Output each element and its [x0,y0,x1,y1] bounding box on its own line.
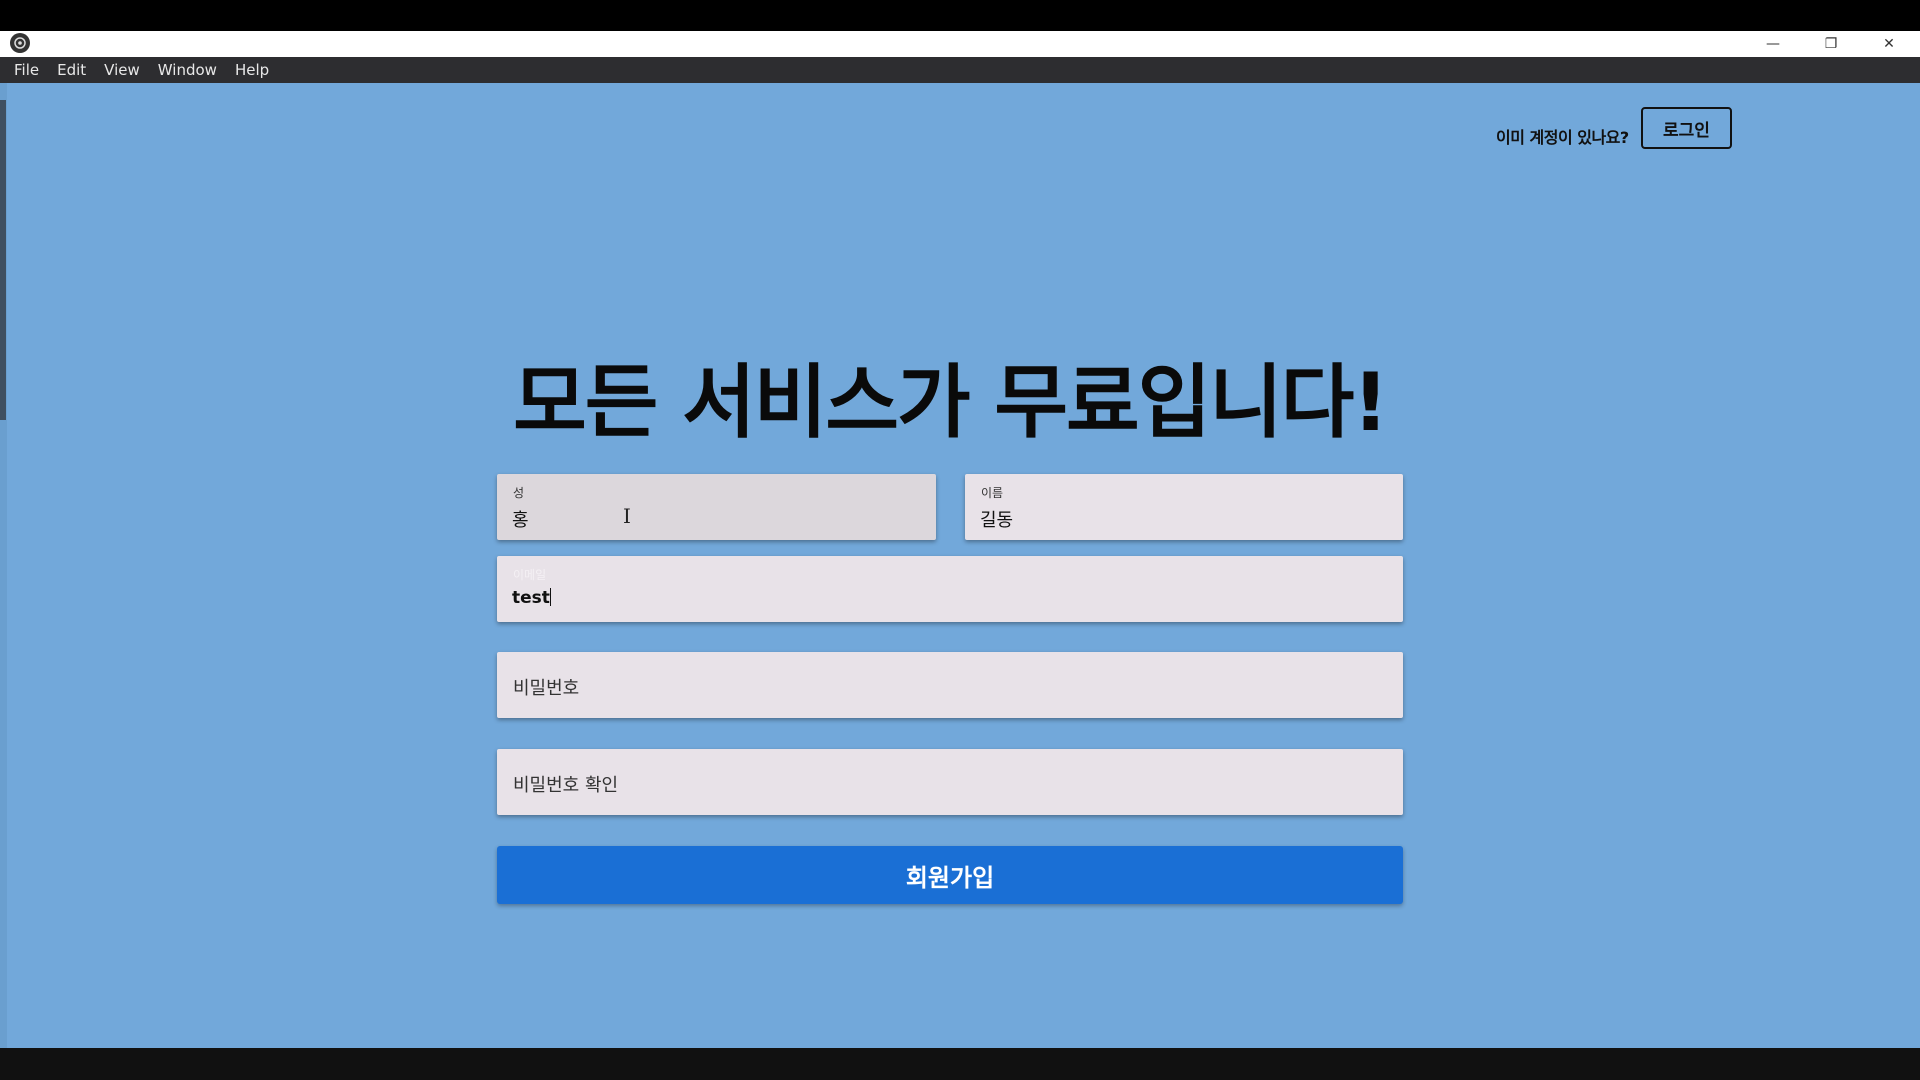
email-text: test [512,588,550,608]
first-name-value: 길동 [980,510,1014,531]
close-button[interactable]: ✕ [1860,31,1918,57]
app-icon [10,33,30,53]
restore-button[interactable]: ❐ [1802,31,1860,57]
password-confirm-placeholder: 비밀번호 확인 [513,775,619,796]
minimize-icon: — [1766,36,1780,52]
password-placeholder: 비밀번호 [513,678,580,699]
email-field[interactable]: 이메일 test [497,556,1403,622]
close-icon: ✕ [1883,36,1895,52]
page-title: 모든 서비스가 무료입니다! [513,356,1389,449]
last-name-value: 홍 [512,510,529,531]
menu-window[interactable]: Window [149,57,226,83]
minimize-button[interactable]: — [1744,31,1802,57]
menu-file[interactable]: File [0,57,48,83]
login-prompt: 이미 계정이 있나요? [1496,128,1629,147]
password-confirm-field[interactable]: 비밀번호 확인 [497,749,1403,815]
first-name-field[interactable]: 이름 길동 [965,474,1403,540]
restore-icon: ❐ [1824,36,1838,52]
email-value: test [512,588,551,608]
text-caret [549,588,551,606]
email-label: 이메일 [513,568,547,582]
last-name-field[interactable]: 성 홍 [497,474,936,540]
menu-bar: File Edit View Window Help [0,57,1920,83]
menu-view[interactable]: View [95,57,149,83]
signup-button[interactable]: 회원가입 [497,846,1403,904]
login-button[interactable]: 로그인 [1641,107,1732,149]
bottom-bar [0,1048,1920,1080]
window-frame: — ❐ ✕ File Edit View Window Help 이미 계정이 … [0,0,1920,1080]
title-bar: — ❐ ✕ [0,31,1920,57]
last-name-label: 성 [513,486,525,500]
first-name-label: 이름 [981,486,1004,500]
menu-help[interactable]: Help [226,57,278,83]
password-field[interactable]: 비밀번호 [497,652,1403,718]
text-cursor-icon: I [623,504,631,528]
menu-edit[interactable]: Edit [48,57,95,83]
